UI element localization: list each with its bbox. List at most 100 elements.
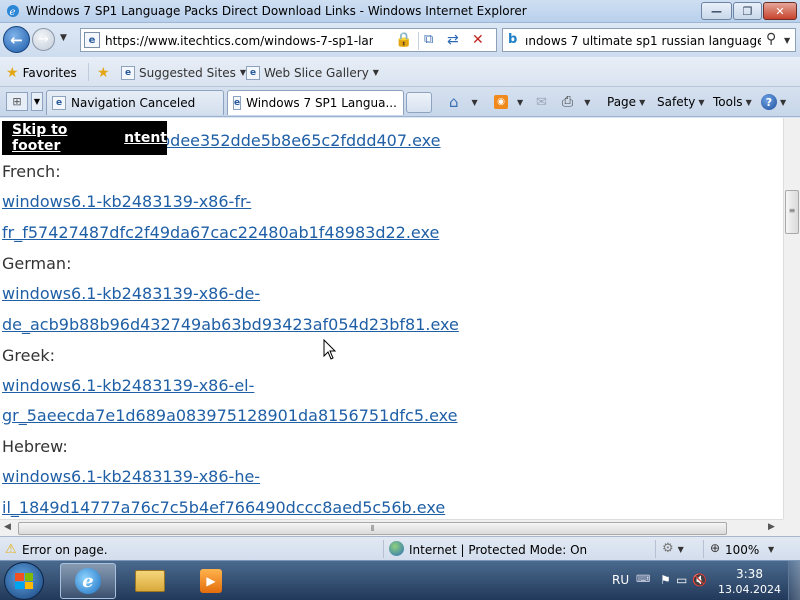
chevron-down-icon: ▼: [584, 97, 591, 107]
download-link[interactable]: gr_5aeecda7e1d689a083975128901da8156751d…: [2, 406, 457, 425]
chevron-down-icon: ▼: [780, 97, 787, 107]
folder-icon: [135, 570, 165, 592]
tab-list-dropdown-icon[interactable]: ▼: [31, 92, 43, 111]
language-label: Hebrew:: [2, 437, 68, 456]
close-tab-icon[interactable]: ✕: [402, 97, 403, 110]
download-link[interactable]: fr_f57427487dfc2f49da67cac22480ab1f48983…: [2, 223, 439, 242]
favorites-item-suggested-sites[interactable]: e Suggested Sites ▼: [121, 64, 246, 81]
add-to-favorites-bar-button[interactable]: ★: [97, 64, 110, 81]
scroll-right-icon[interactable]: ▶: [768, 522, 775, 532]
download-link[interactable]: windows6.1-kb2483139-x86-de-: [2, 284, 260, 303]
lock-icon[interactable]: 🔒: [395, 32, 412, 49]
clock-date[interactable]: 13.04.2024: [718, 583, 781, 596]
back-button[interactable]: ←: [3, 26, 30, 53]
address-bar[interactable]: e https://www.itechtics.com/windows-7-sp…: [80, 28, 497, 52]
taskbar-internet-explorer[interactable]: e: [60, 563, 116, 599]
close-button[interactable]: ✕: [763, 2, 797, 20]
safety-menu[interactable]: Safety ▼: [657, 93, 705, 111]
skip-link-label: Skip to footer: [12, 122, 68, 154]
scroll-left-icon[interactable]: ◀: [4, 522, 11, 532]
ie-page-icon: e: [246, 65, 260, 80]
zoom-icon[interactable]: ⊕: [710, 541, 720, 555]
help-button[interactable]: ? ▼: [761, 93, 786, 111]
print-button[interactable]: ⎙ ▼: [562, 93, 590, 111]
mail-icon[interactable]: ✉: [536, 93, 547, 111]
chevron-down-icon: ▼: [517, 97, 524, 107]
language-label: German:: [2, 254, 72, 273]
taskbar-media-player[interactable]: ▶: [183, 563, 239, 599]
tools-menu[interactable]: Tools ▼: [713, 93, 752, 111]
horizontal-scroll-thumb[interactable]: ⦀: [18, 522, 727, 535]
tab-label: Windows 7 SP1 Langua...: [246, 96, 397, 110]
internet-zone-icon: [389, 541, 404, 556]
zoom-dropdown-icon[interactable]: ▼: [768, 545, 774, 554]
vertical-scroll-thumb[interactable]: ≡: [785, 190, 799, 234]
addons-icon[interactable]: ⚙ ▼: [662, 541, 684, 556]
mouse-cursor-icon: [323, 338, 337, 364]
status-message[interactable]: Error on page.: [22, 543, 108, 557]
title-bar: e Windows 7 SP1 Language Packs Direct Do…: [0, 0, 800, 23]
start-button[interactable]: [4, 562, 44, 600]
security-zone-label[interactable]: Internet | Protected Mode: On: [409, 543, 587, 557]
stop-icon[interactable]: ✕: [472, 32, 490, 49]
volume-muted-icon[interactable]: 🔇: [692, 573, 707, 587]
action-center-icon[interactable]: ⚑: [660, 573, 671, 587]
tab-navigation-canceled[interactable]: e Navigation Canceled: [46, 90, 224, 115]
download-link[interactable]: windows6.1-kb2483139-x86-el-: [2, 376, 254, 395]
tools-menu-label: Tools: [713, 95, 743, 109]
download-link[interactable]: il_1849d14777a76c7c5b4ef766490dccc8aed5c…: [2, 498, 445, 517]
download-link[interactable]: de_acb9b88b96d432749ab63bd93423af054d23b…: [2, 315, 459, 334]
search-box[interactable]: b ındows 7 ultimate sp1 russian language…: [502, 28, 796, 52]
search-icon[interactable]: ⚲: [766, 31, 776, 47]
page-menu[interactable]: Page ▼: [607, 93, 645, 111]
maximize-button[interactable]: ❐: [733, 2, 762, 20]
download-link[interactable]: windows6.1-kb2483139-x86-fr-: [2, 192, 251, 211]
warning-icon[interactable]: ⚠: [5, 542, 19, 557]
recent-pages-dropdown-icon[interactable]: ▼: [60, 33, 67, 43]
scrollbar-corner: [783, 519, 800, 536]
network-icon[interactable]: ▭: [676, 573, 687, 587]
keyboard-icon[interactable]: ⌨: [636, 574, 650, 585]
compatibility-view-icon[interactable]: ⧉: [424, 32, 442, 49]
taskbar-windows-explorer[interactable]: [122, 563, 178, 599]
ie-page-icon: e: [121, 65, 135, 80]
quick-tabs-icon[interactable]: ⊞: [6, 92, 28, 111]
window-title: Windows 7 SP1 Language Packs Direct Down…: [26, 4, 527, 18]
horizontal-scrollbar[interactable]: ◀ ⦀ ▶: [0, 519, 783, 536]
add-favorite-icon: ★: [97, 64, 110, 81]
download-link[interactable]: windows6.1-kb2483139-x86-he-: [2, 467, 260, 486]
bing-icon: b: [508, 32, 518, 47]
chevron-down-icon: ▼: [372, 68, 379, 77]
clock-time[interactable]: 3:38: [736, 567, 763, 581]
feeds-button[interactable]: ◉ ▼: [494, 93, 523, 111]
media-player-icon: ▶: [200, 569, 222, 593]
navigation-bar: ← → ▼ e https://www.itechtics.com/window…: [0, 23, 800, 57]
zoom-level[interactable]: 100%: [725, 543, 759, 557]
search-input[interactable]: ındows 7 ultimate sp1 russian language p…: [525, 34, 761, 48]
search-options-dropdown-icon[interactable]: ▼: [784, 36, 790, 45]
input-language-indicator[interactable]: RU: [612, 573, 629, 587]
skip-to-footer-link[interactable]: Skip to footer ntent: [2, 121, 167, 155]
refresh-icon[interactable]: ⇄: [447, 32, 465, 49]
favorites-label: Favorites: [22, 65, 77, 80]
taskbar: e ▶ RU ⌨ ⚑ ▭ 🔇 3:38 13.04.2024: [0, 560, 800, 600]
favorites-button[interactable]: ★ Favorites: [6, 63, 77, 82]
vertical-scrollbar[interactable]: ≡: [783, 118, 800, 519]
ie-page-icon: e: [233, 96, 242, 110]
chevron-down-icon[interactable]: ▼: [472, 98, 478, 107]
rss-icon: ◉: [494, 95, 508, 109]
new-tab-button[interactable]: [406, 92, 432, 113]
ie-icon: e: [75, 568, 101, 594]
address-input[interactable]: https://www.itechtics.com/windows-7-sp1-…: [105, 34, 373, 48]
chevron-down-icon: ▼: [698, 97, 705, 107]
forward-button[interactable]: →: [32, 28, 55, 51]
show-desktop-button[interactable]: [788, 561, 800, 600]
download-link[interactable]: bdee352dde5b8e65c2fddd407.exe: [160, 131, 441, 150]
home-icon[interactable]: ⌂ ▼: [449, 93, 478, 111]
minimize-button[interactable]: —: [701, 2, 732, 20]
chevron-down-icon: ▼: [677, 545, 684, 554]
printer-icon: ⎙: [562, 94, 574, 110]
favorites-item-web-slice-gallery[interactable]: e Web Slice Gallery ▼: [246, 64, 379, 81]
tab-label: Navigation Canceled: [71, 96, 196, 110]
tab-windows-7-sp1[interactable]: e Windows 7 SP1 Langua... ✕: [227, 90, 404, 115]
